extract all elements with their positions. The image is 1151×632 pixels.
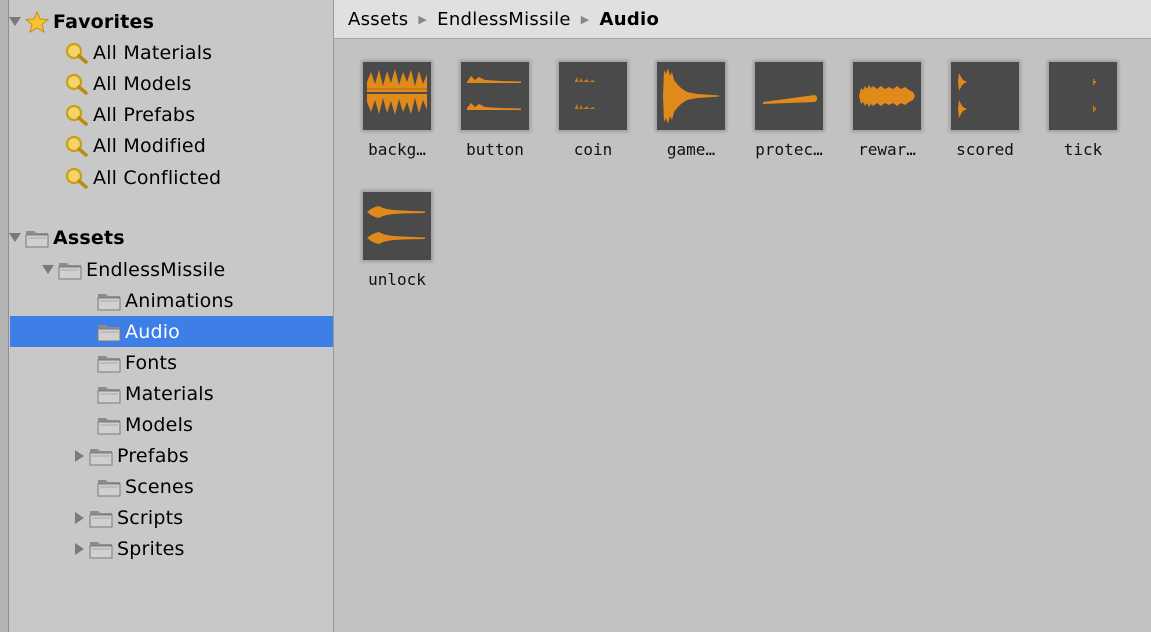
- folder-label: Scripts: [117, 506, 184, 529]
- favorite-item-label: All Prefabs: [93, 103, 196, 126]
- favorites-header[interactable]: Favorites: [9, 6, 333, 37]
- folder-label: Sprites: [117, 537, 185, 560]
- folder-label: Animations: [125, 289, 234, 312]
- folder-icon: [89, 448, 113, 465]
- project-folder[interactable]: EndlessMissile: [42, 254, 333, 285]
- favorite-item-label: All Models: [93, 72, 192, 95]
- folder-icon: [97, 324, 121, 341]
- folder-label: Audio: [125, 320, 181, 343]
- breadcrumb-assets[interactable]: Assets: [348, 9, 408, 30]
- audio-asset-game[interactable]: game…: [648, 62, 734, 159]
- folder-materials[interactable]: Materials: [96, 378, 333, 409]
- expand-arrow-icon[interactable]: [74, 542, 84, 556]
- search-icon: [65, 73, 88, 95]
- asset-label: protec…: [755, 140, 823, 159]
- asset-label: unlock: [368, 270, 426, 289]
- audio-waveform-icon: [363, 192, 431, 260]
- favorite-item-label: All Conflicted: [93, 166, 222, 189]
- star-icon: [24, 10, 50, 33]
- audio-asset-tick[interactable]: tick: [1040, 62, 1126, 159]
- search-icon: [65, 135, 88, 157]
- breadcrumb: Assets ▶ EndlessMissile ▶ Audio: [334, 0, 1151, 39]
- folder-icon: [25, 230, 49, 247]
- folder-fonts[interactable]: Fonts: [96, 347, 333, 378]
- folder-icon: [97, 386, 121, 403]
- folder-models[interactable]: Models: [96, 409, 333, 440]
- favorites-title: Favorites: [53, 10, 155, 33]
- folder-sprites[interactable]: Sprites: [74, 533, 333, 564]
- folder-prefabs[interactable]: Prefabs: [74, 440, 333, 471]
- folder-icon: [89, 510, 113, 527]
- asset-label: rewar…: [858, 140, 916, 159]
- folder-label: Materials: [125, 382, 214, 405]
- audio-asset-protection[interactable]: protec…: [746, 62, 832, 159]
- audio-asset-coin[interactable]: coin: [550, 62, 636, 159]
- expand-arrow-icon[interactable]: [74, 511, 84, 525]
- folder-icon: [58, 262, 82, 279]
- breadcrumb-endlessmissile[interactable]: EndlessMissile: [437, 9, 571, 30]
- audio-waveform-icon: [853, 62, 921, 130]
- audio-waveform-icon: [657, 62, 725, 130]
- folder-scripts[interactable]: Scripts: [74, 502, 333, 533]
- asset-label: tick: [1063, 140, 1103, 159]
- audio-asset-reward[interactable]: rewar…: [844, 62, 930, 159]
- search-icon: [65, 167, 88, 189]
- collapse-arrow-icon[interactable]: [9, 231, 21, 245]
- folder-audio[interactable]: Audio: [10, 316, 333, 347]
- audio-waveform-icon: [755, 62, 823, 130]
- favorite-item[interactable]: All Prefabs: [64, 99, 333, 130]
- audio-asset-scored[interactable]: scored: [942, 62, 1028, 159]
- breadcrumb-separator-icon: ▶: [418, 12, 428, 26]
- assets-root-label: Assets: [53, 226, 125, 249]
- asset-label: button: [466, 140, 524, 159]
- folder-label: Fonts: [125, 351, 178, 374]
- folder-icon: [97, 355, 121, 372]
- asset-label: coin: [573, 140, 613, 159]
- breadcrumb-separator-icon: ▶: [580, 12, 590, 26]
- folder-icon: [89, 541, 113, 558]
- audio-waveform-icon: [951, 62, 1019, 130]
- breadcrumb-audio[interactable]: Audio: [600, 9, 660, 30]
- asset-label: game…: [666, 140, 716, 159]
- panel-edge: [0, 0, 9, 632]
- asset-label: backg…: [368, 140, 426, 159]
- expand-arrow-icon[interactable]: [74, 449, 84, 463]
- collapse-arrow-icon[interactable]: [42, 263, 54, 277]
- favorite-item[interactable]: All Models: [64, 68, 333, 99]
- folder-icon: [97, 479, 121, 496]
- folder-label: Models: [125, 413, 194, 436]
- favorite-item-label: All Modified: [93, 134, 207, 157]
- audio-waveform-icon: [363, 62, 431, 130]
- project-tree-panel: Favorites All Materials All Models All P…: [0, 0, 334, 632]
- asset-label: scored: [956, 140, 1014, 159]
- audio-asset-background[interactable]: backg…: [354, 62, 440, 159]
- search-icon: [65, 42, 88, 64]
- folder-animations[interactable]: Animations: [96, 285, 333, 316]
- collapse-arrow-icon[interactable]: [9, 15, 21, 29]
- folder-label: Scenes: [125, 475, 195, 498]
- audio-waveform-icon: [1049, 62, 1117, 130]
- audio-asset-unlock[interactable]: unlock: [354, 192, 440, 289]
- folder-icon: [97, 417, 121, 434]
- favorite-item[interactable]: All Conflicted: [64, 162, 333, 193]
- folder-scenes[interactable]: Scenes: [96, 471, 333, 502]
- audio-waveform-icon: [461, 62, 529, 130]
- favorite-item[interactable]: All Materials: [64, 37, 333, 68]
- project-folder-label: EndlessMissile: [86, 258, 226, 281]
- audio-asset-button[interactable]: button: [452, 62, 538, 159]
- asset-grid: backg… button coin game… protec… rewar… …: [334, 39, 1151, 632]
- folder-icon: [97, 293, 121, 310]
- favorite-item-label: All Materials: [93, 41, 213, 64]
- favorite-item[interactable]: All Modified: [64, 130, 333, 161]
- audio-waveform-icon: [559, 62, 627, 130]
- folder-label: Prefabs: [117, 444, 189, 467]
- search-icon: [65, 104, 88, 126]
- assets-root[interactable]: Assets: [9, 222, 333, 253]
